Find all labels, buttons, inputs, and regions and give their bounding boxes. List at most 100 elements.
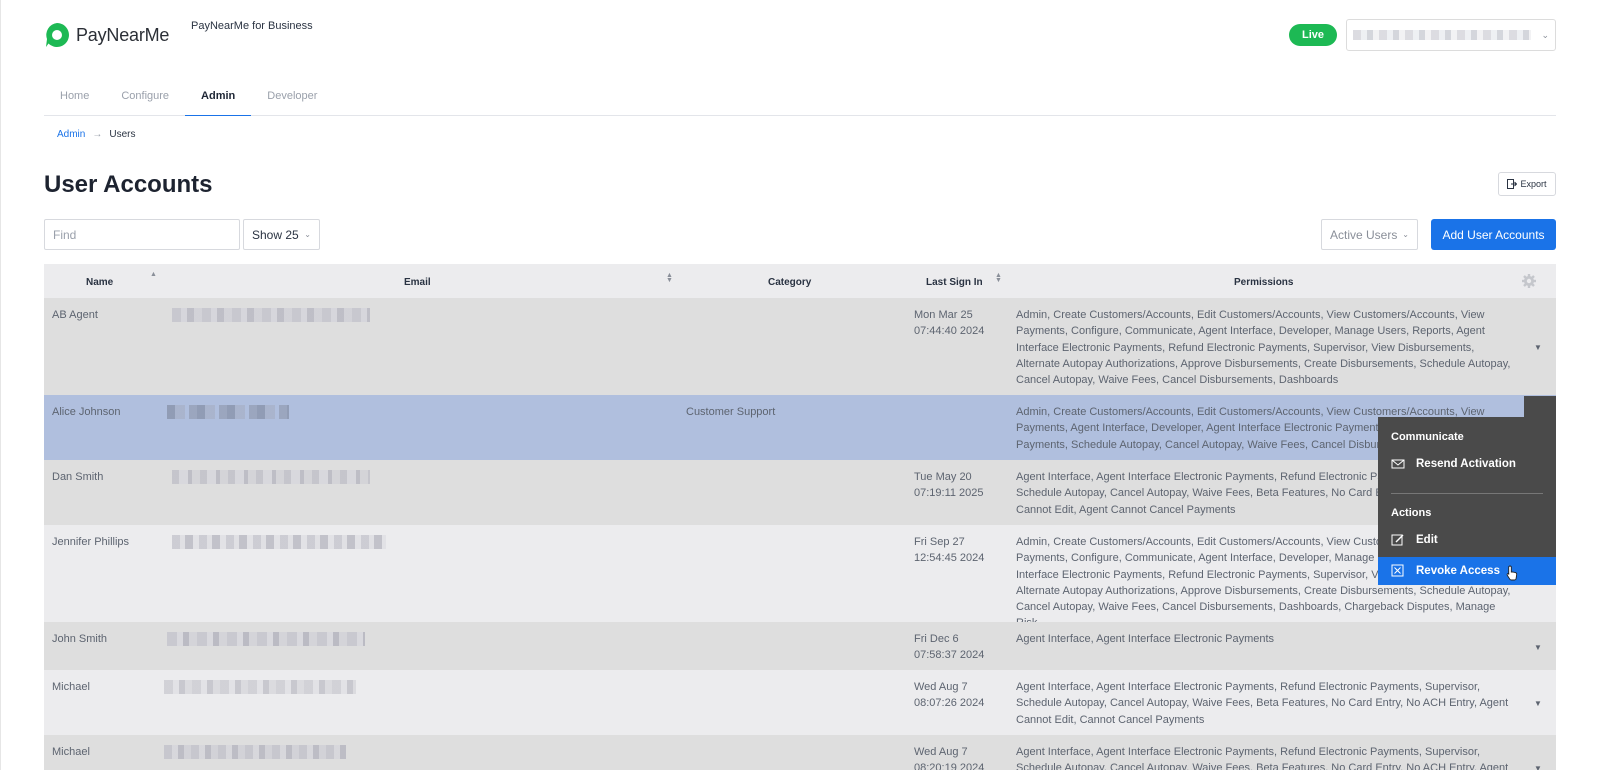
sign-in-date: Wed Aug 7 — [914, 746, 968, 758]
user-name: John Smith — [52, 633, 108, 645]
tab-home[interactable]: Home — [44, 85, 105, 116]
add-user-accounts-button[interactable]: Add User Accounts — [1431, 219, 1556, 250]
user-email-redacted — [167, 404, 289, 420]
table-row[interactable]: Michael Wed Aug 7 08:07:26 2024 Agent In… — [44, 670, 1556, 735]
menu-heading-communicate: Communicate — [1391, 431, 1464, 443]
chevron-down-icon: ⌄ — [1541, 29, 1549, 40]
user-permissions: Agent Interface, Agent Interface Electro… — [1016, 681, 1509, 726]
table-row[interactable]: John Smith Fri Dec 6 07:58:37 2024 Agent… — [44, 622, 1556, 670]
user-email-redacted — [172, 534, 386, 550]
user-last-sign-in: Fri Sep 27 12:54:45 2024 — [914, 534, 1004, 567]
user-permissions: Admin, Create Customers/Accounts, Edit C… — [1016, 309, 1511, 387]
user-last-sign-in: Wed Aug 7 08:20:19 2024 — [914, 744, 1004, 770]
user-name: Jennifer Phillips — [52, 536, 130, 548]
user-email-redacted — [172, 469, 370, 485]
column-header-permissions: Permissions — [1234, 277, 1294, 288]
sign-in-time: 08:20:19 2024 — [914, 762, 985, 770]
breadcrumb-admin-link[interactable]: Admin — [57, 129, 85, 140]
menu-divider — [1391, 493, 1543, 494]
export-icon — [1507, 179, 1518, 189]
table-header: Name ▲ Email ▲ ▼ Category Last Sign In ▲ ▼… — [44, 264, 1556, 298]
table-row[interactable]: Alice Johnson Customer Support Admin, Cr… — [44, 395, 1556, 460]
row-menu-caret-icon[interactable]: ▼ — [1534, 340, 1542, 356]
app-logo[interactable]: PayNearMe — [44, 22, 169, 48]
user-name: Alice Johnson — [52, 406, 121, 418]
user-email-redacted — [164, 744, 346, 760]
row-context-menu: Communicate Resend Activation Actions Ed… — [1378, 417, 1556, 585]
sort-icon[interactable]: ▲ ▼ — [995, 272, 1002, 284]
user-last-sign-in: Mon Mar 25 07:44:40 2024 — [914, 307, 1004, 340]
resend-activation-menu-item[interactable]: Resend Activation — [1378, 450, 1556, 478]
breadcrumb-arrow-icon: → — [92, 129, 103, 140]
user-accounts-table: Name ▲ Email ▲ ▼ Category Last Sign In ▲ ▼… — [44, 264, 1556, 770]
row-menu-caret-icon[interactable]: ▼ — [1534, 640, 1542, 656]
table-row[interactable]: Michael Wed Aug 7 08:20:19 2024 Agent In… — [44, 735, 1556, 770]
column-header-last-sign-in[interactable]: Last Sign In — [926, 277, 983, 288]
sign-in-date: Wed Aug 7 — [914, 681, 968, 693]
revoke-access-label: Revoke Access — [1416, 565, 1500, 577]
user-last-sign-in: Fri Dec 6 07:58:37 2024 — [914, 631, 1004, 664]
chevron-down-icon: ⌄ — [1402, 230, 1409, 239]
hand-cursor-icon — [1506, 565, 1518, 581]
resend-activation-label: Resend Activation — [1416, 458, 1516, 470]
user-category: Customer Support — [686, 406, 776, 418]
chevron-down-icon: ⌄ — [304, 230, 311, 239]
user-permissions: Agent Interface, Agent Interface Electro… — [1016, 746, 1509, 770]
user-last-sign-in: Wed Aug 7 08:07:26 2024 — [914, 679, 1004, 712]
user-permissions: Agent Interface, Agent Interface Electro… — [1016, 633, 1275, 645]
gear-icon[interactable] — [1521, 273, 1537, 289]
user-name: Michael — [52, 746, 90, 758]
user-name: Michael — [52, 681, 90, 693]
sign-in-time: 07:58:37 2024 — [914, 649, 985, 662]
app-subtitle: PayNearMe for Business — [191, 20, 313, 32]
export-button[interactable]: Export — [1498, 172, 1556, 196]
page-title: User Accounts — [44, 171, 213, 198]
user-email-redacted — [164, 679, 356, 695]
column-header-category: Category — [768, 277, 812, 288]
user-email-redacted — [172, 307, 370, 323]
sort-icon[interactable]: ▲ ▼ — [666, 272, 673, 284]
main-nav-tabs: Home Configure Admin Developer — [44, 85, 1556, 116]
breadcrumb-current: Users — [109, 129, 136, 140]
edit-menu-item[interactable]: Edit — [1378, 526, 1556, 554]
sign-in-time: 12:54:45 2024 — [914, 552, 985, 565]
tab-configure[interactable]: Configure — [105, 85, 185, 116]
sign-in-date: Mon Mar 25 — [914, 309, 973, 321]
table-row[interactable]: Jennifer Phillips Fri Sep 27 12:54:45 20… — [44, 525, 1556, 629]
user-status-filter[interactable]: Active Users ⌄ — [1321, 219, 1418, 250]
revoke-icon — [1391, 564, 1404, 577]
row-menu-caret-icon[interactable]: ▼ — [1534, 696, 1542, 712]
paynearme-logo-icon — [44, 22, 70, 48]
logo-text: PayNearMe — [76, 24, 170, 45]
page-size-value: Show 25 — [252, 227, 299, 242]
tab-admin[interactable]: Admin — [185, 85, 252, 116]
sign-in-time: 08:07:26 2024 — [914, 697, 985, 710]
user-last-sign-in: Tue May 20 07:19:11 2025 — [914, 469, 1004, 502]
row-menu-toggle[interactable] — [1524, 396, 1556, 417]
page-size-select[interactable]: Show 25 ⌄ — [243, 219, 320, 250]
row-menu-caret-icon[interactable]: ▼ — [1534, 761, 1542, 770]
find-input[interactable] — [44, 219, 240, 250]
breadcrumb: Admin → Users — [57, 129, 135, 140]
user-status-value: Active Users — [1330, 227, 1398, 242]
table-row[interactable]: Dan Smith Tue May 20 07:19:11 2025 Agent… — [44, 460, 1556, 525]
sort-asc-icon[interactable]: ▲ — [150, 271, 157, 278]
table-row[interactable]: AB Agent Mon Mar 25 07:44:40 2024 Admin,… — [44, 298, 1556, 395]
tab-developer[interactable]: Developer — [251, 85, 333, 116]
user-name: Dan Smith — [52, 471, 104, 483]
revoke-access-menu-item[interactable]: Revoke Access — [1378, 557, 1556, 585]
edit-label: Edit — [1416, 534, 1438, 546]
menu-heading-actions: Actions — [1391, 507, 1432, 519]
column-header-email[interactable]: Email — [404, 277, 431, 288]
user-name: AB Agent — [52, 309, 98, 321]
sign-in-time: 07:44:40 2024 — [914, 325, 985, 338]
edit-icon — [1391, 534, 1404, 546]
sign-in-date: Fri Dec 6 — [914, 633, 959, 645]
column-header-name[interactable]: Name — [86, 277, 113, 288]
sign-in-date: Tue May 20 — [914, 471, 972, 483]
export-label: Export — [1520, 179, 1547, 189]
sign-in-time: 07:19:11 2025 — [914, 487, 984, 500]
account-selector[interactable]: ⌄ — [1346, 19, 1556, 51]
sign-in-date: Fri Sep 27 — [914, 536, 965, 548]
environment-badge: Live — [1289, 24, 1337, 46]
